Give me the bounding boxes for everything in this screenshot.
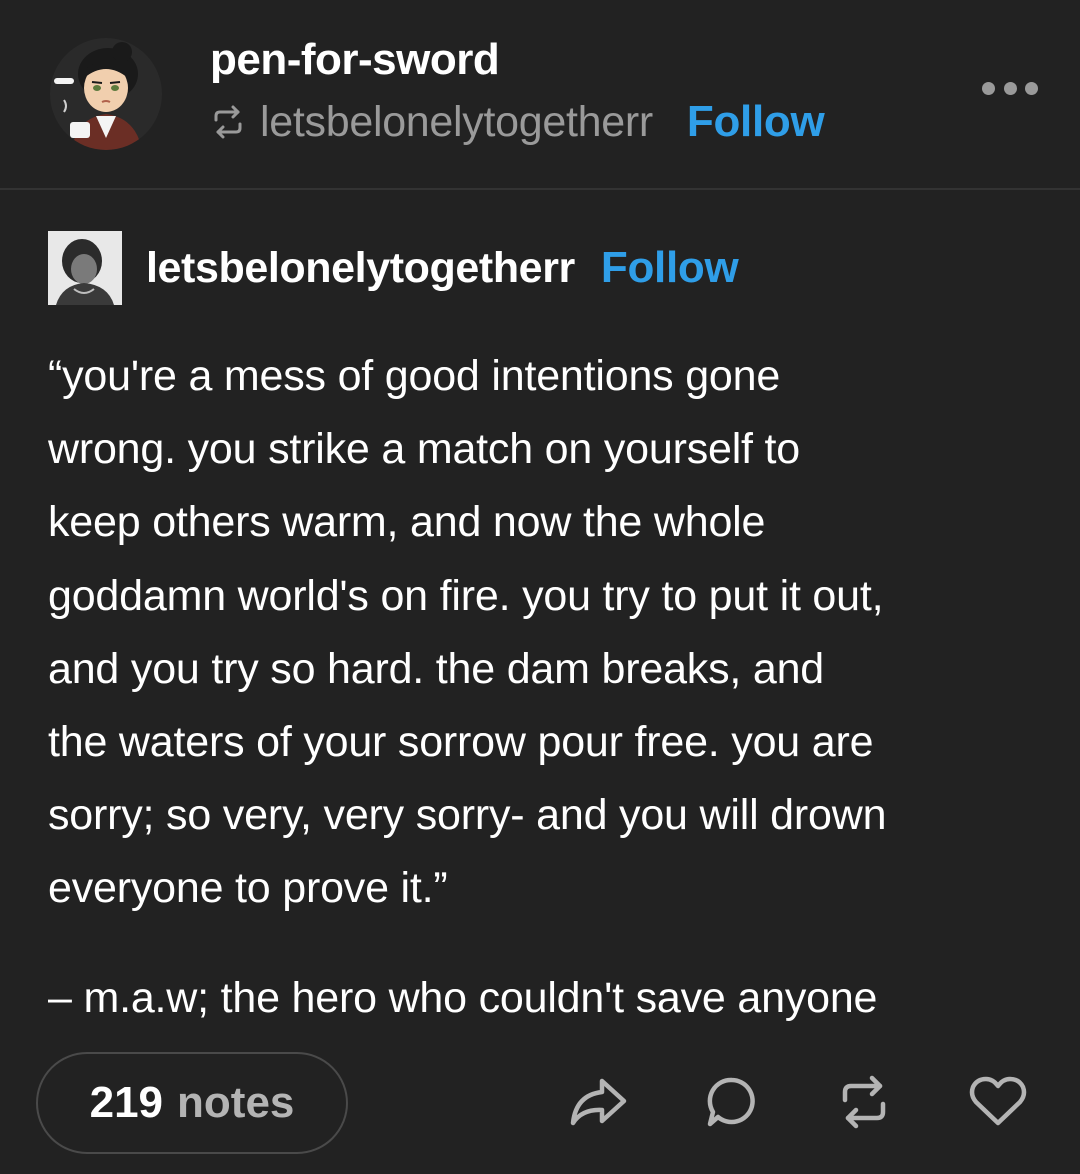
ellipsis-icon — [1025, 81, 1038, 95]
notes-button[interactable]: 219 notes — [36, 1052, 348, 1154]
more-options-button[interactable] — [982, 76, 1038, 100]
cartoon-avatar-icon[interactable] — [50, 38, 162, 150]
like-button[interactable] — [966, 1072, 1030, 1136]
quote-line: everyone to prove it.” — [48, 864, 448, 913]
quote-line: goddamn world's on fire. you try to put … — [48, 571, 884, 620]
share-icon — [568, 1075, 628, 1134]
reblog-source-name[interactable]: letsbelonelytogetherr — [260, 98, 653, 147]
reblogger-username[interactable]: pen-for-sword — [210, 34, 500, 86]
quote-line: wrong. you strike a match on yourself to — [48, 425, 801, 474]
reblog-button[interactable] — [832, 1072, 896, 1136]
quote-attribution: – m.a.w; the hero who couldn't save anyo… — [48, 974, 878, 1022]
reply-button[interactable] — [700, 1072, 764, 1136]
ellipsis-icon — [1003, 81, 1017, 95]
source-blog-name[interactable]: letsbelonelytogetherr — [146, 244, 575, 293]
reblog-icon — [210, 104, 246, 140]
post-header: pen-for-sword letsbelonelytogetherr Foll… — [0, 0, 1080, 190]
ellipsis-icon — [982, 81, 995, 95]
photo-avatar-icon[interactable] — [48, 231, 122, 305]
quote-line: and you try so hard. the dam breaks, and — [48, 644, 825, 693]
quote-line: sorry; so very, very sorry- and you will… — [48, 791, 887, 840]
quote-line: “you're a mess of good intentions gone — [48, 352, 781, 400]
reply-icon — [704, 1074, 760, 1135]
quote-line: keep others warm, and now the whole — [48, 498, 766, 547]
reblog-icon — [836, 1074, 892, 1135]
reblog-attribution: letsbelonelytogetherr Follow — [210, 96, 825, 148]
notes-count: 219 — [89, 1078, 164, 1127]
post-source: letsbelonelytogetherr Follow — [48, 231, 739, 305]
follow-source-button[interactable]: Follow — [601, 243, 739, 293]
post-quote: “you're a mess of good intentions gone w… — [48, 340, 1048, 926]
share-button[interactable] — [566, 1072, 630, 1136]
like-heart-icon — [969, 1076, 1027, 1133]
quote-line: the waters of your sorrow pour free. you… — [48, 718, 874, 767]
notes-label: notes — [177, 1078, 295, 1127]
follow-button[interactable]: Follow — [687, 97, 825, 147]
